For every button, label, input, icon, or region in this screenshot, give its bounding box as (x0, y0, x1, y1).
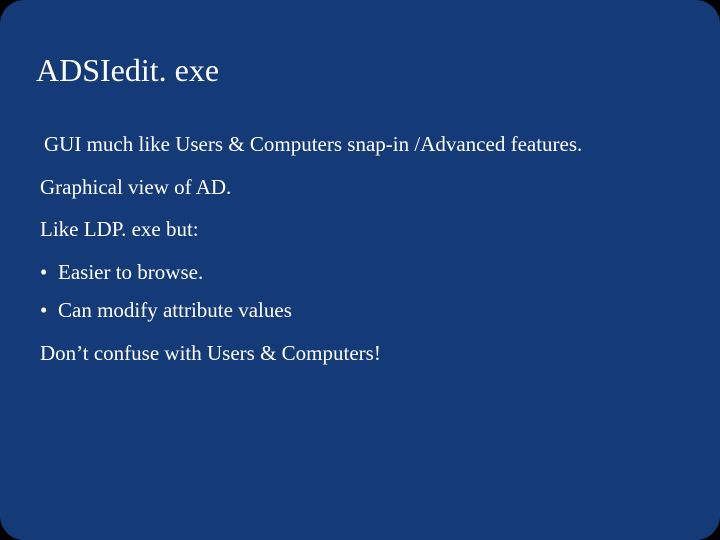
body-line-2: Graphical view of AD. (40, 171, 680, 204)
bullet-item: Easier to browse. (40, 256, 680, 289)
body-line-3: Like LDP. exe but: (40, 213, 680, 246)
slide: ADSIedit. exe GUI much like Users & Comp… (0, 0, 720, 540)
bullet-item: Can modify attribute values (40, 294, 680, 327)
body-line-4: Don’t confuse with Users & Computers! (40, 337, 680, 370)
slide-body: GUI much like Users & Computers snap-in … (40, 128, 680, 379)
slide-title: ADSIedit. exe (36, 52, 219, 89)
body-bullets: Easier to browse. Can modify attribute v… (40, 256, 680, 327)
body-line-1: GUI much like Users & Computers snap-in … (44, 128, 680, 161)
